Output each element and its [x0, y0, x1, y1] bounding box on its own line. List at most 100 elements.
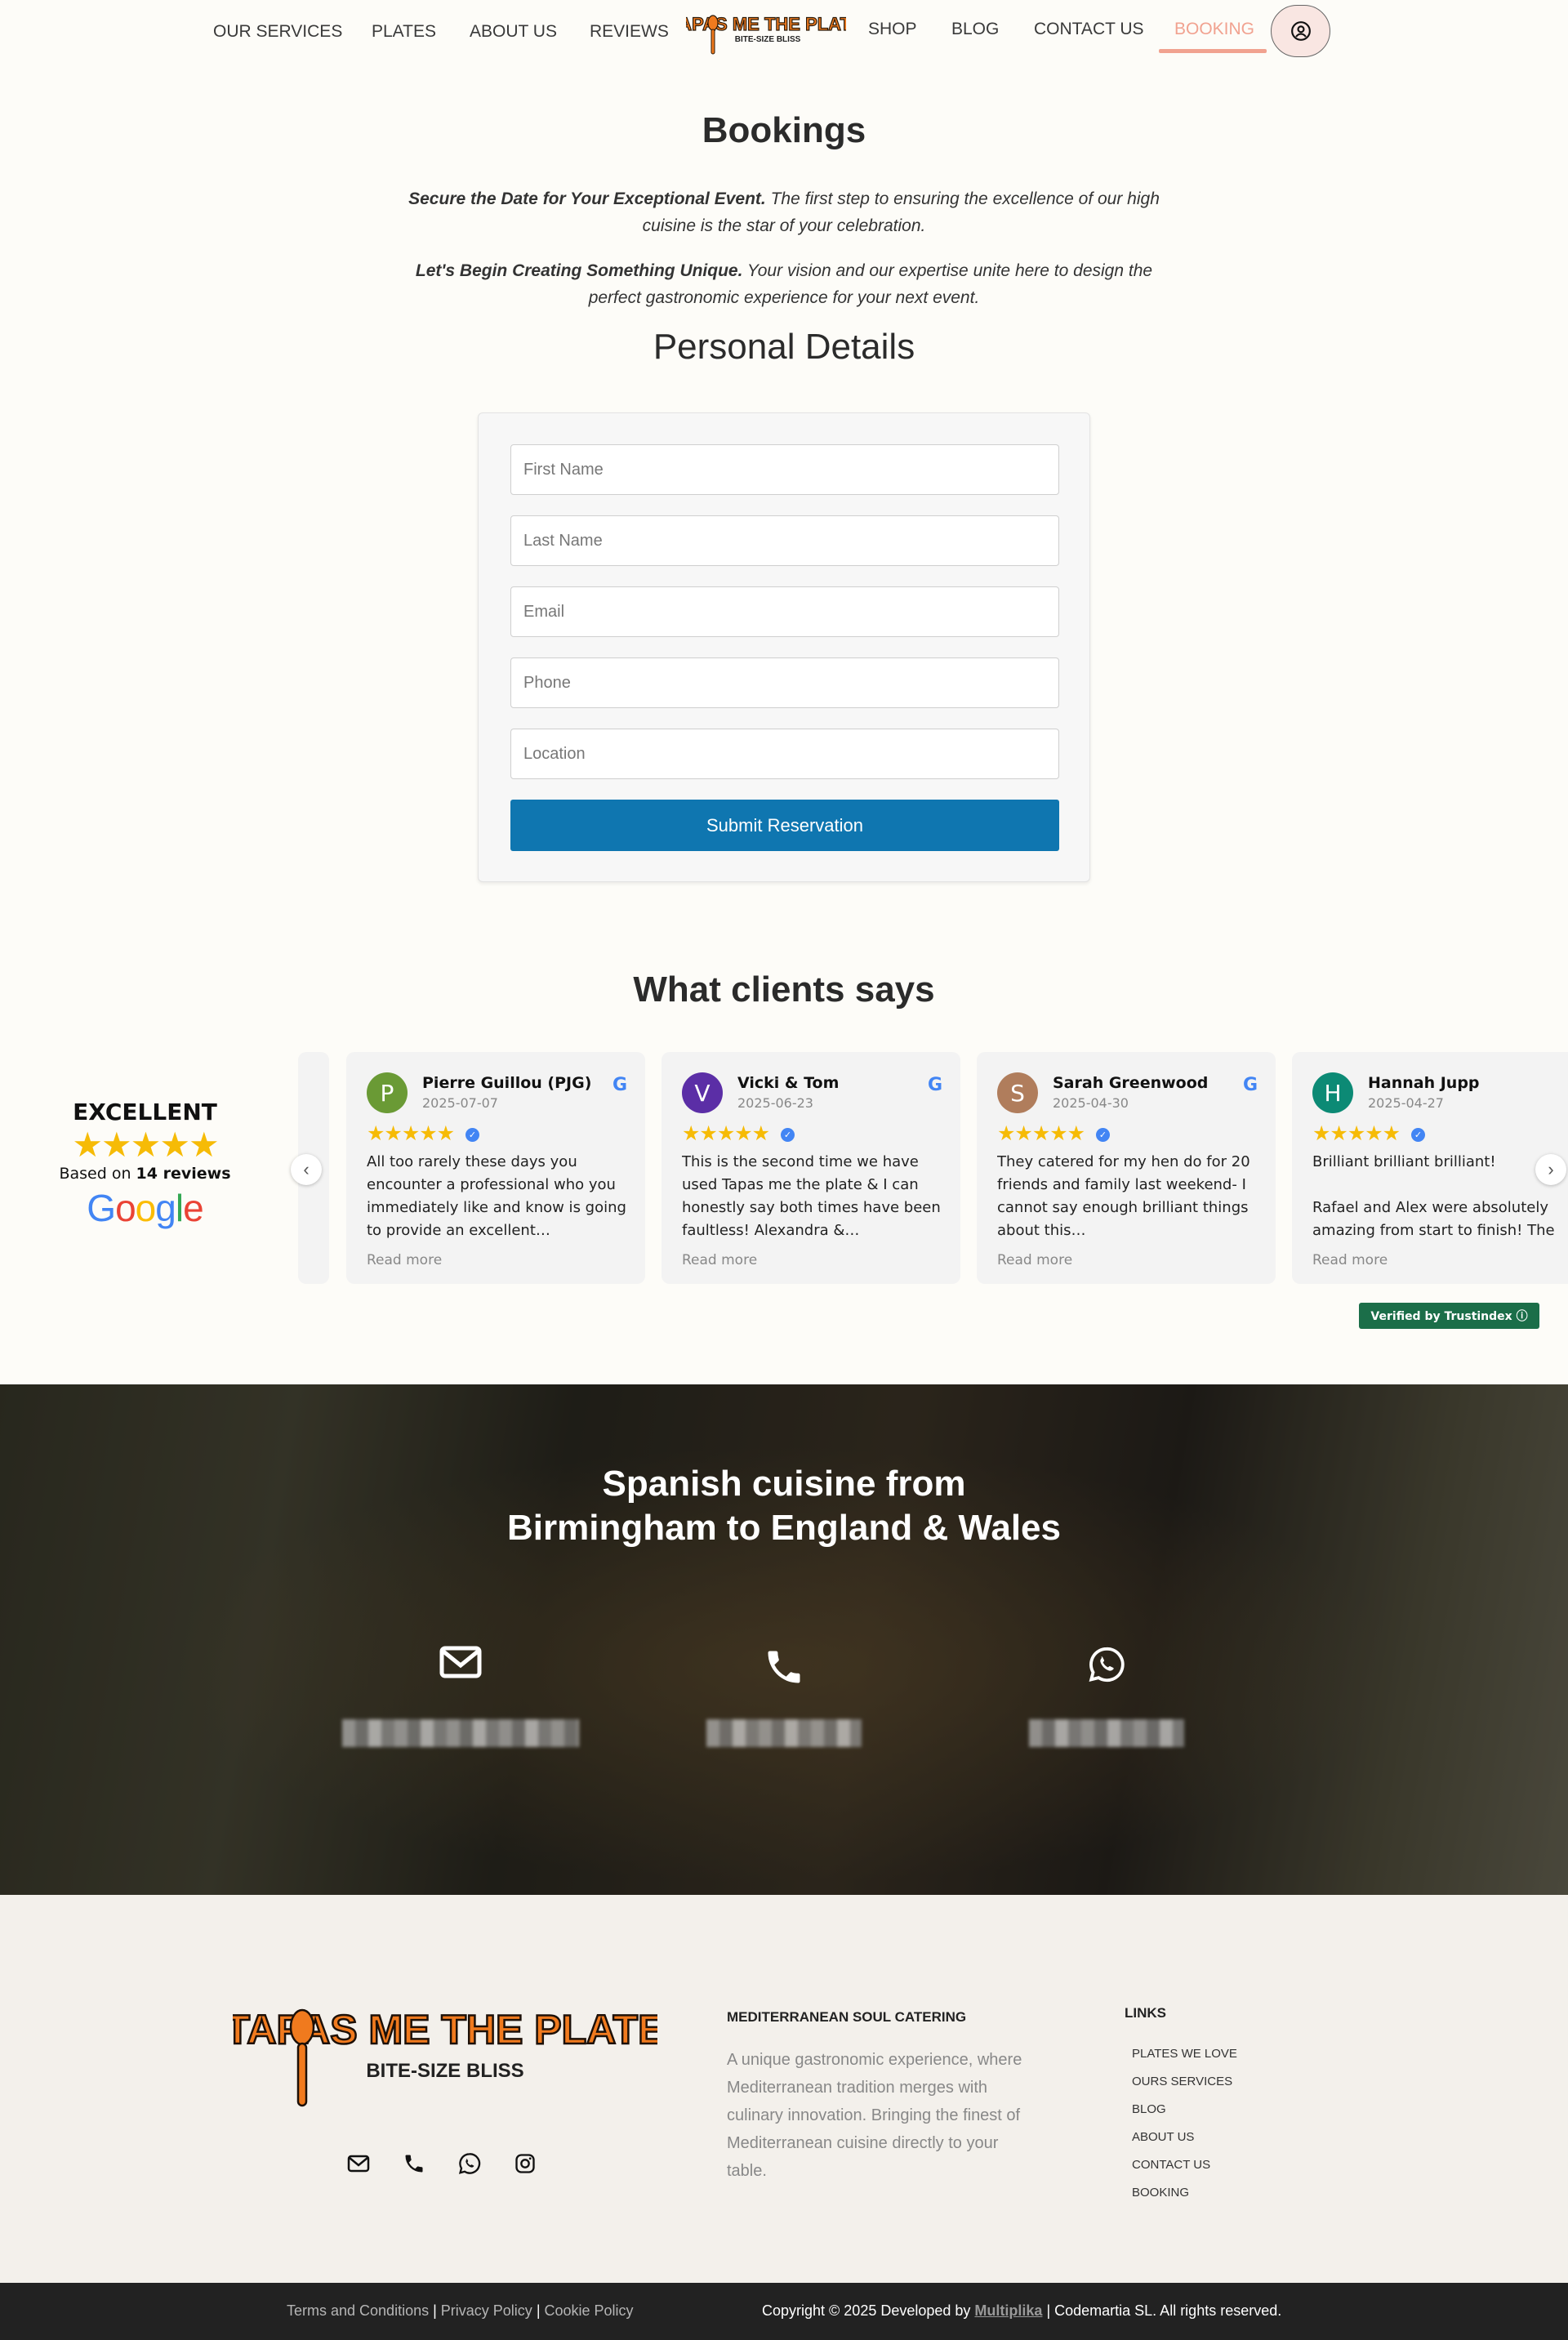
review-date: 2025-04-30 — [1053, 1095, 1129, 1111]
last-name-input[interactable] — [510, 515, 1059, 566]
hero-title: Spanish cuisine from Birmingham to Engla… — [0, 1462, 1568, 1550]
trustindex-badge[interactable]: Verified by Trustindex ⓘ — [1359, 1303, 1539, 1329]
verified-icon: ✓ — [1096, 1128, 1110, 1142]
separator: | — [429, 2302, 441, 2319]
rating-summary: EXCELLENT ★★★★★ Based on 14 reviews Goog… — [49, 1099, 241, 1230]
carousel-next-button[interactable]: › — [1535, 1154, 1566, 1185]
privacy-link[interactable]: Privacy Policy — [441, 2302, 532, 2319]
svg-text:BITE-SIZE BLISS: BITE-SIZE BLISS — [735, 35, 801, 44]
footer-link-contact[interactable]: CONTACT US — [1132, 2151, 1237, 2179]
avatar-photo: S — [997, 1072, 1038, 1113]
mail-icon — [439, 1646, 482, 1678]
footer-social-links — [347, 2152, 537, 2175]
reviews-heading: What clients says — [633, 969, 935, 1010]
verified-icon: ✓ — [466, 1128, 479, 1142]
based-prefix: Based on — [59, 1165, 136, 1183]
nav-booking[interactable]: BOOKING — [1174, 20, 1254, 39]
review-stars: ★★★★★ — [682, 1121, 770, 1145]
location-input[interactable] — [510, 729, 1059, 779]
read-more-link[interactable]: Read more — [367, 1252, 442, 1268]
separator: | — [532, 2302, 545, 2319]
google-icon: G — [612, 1075, 627, 1095]
copyright: Copyright © 2025 Developed by Multiplika… — [762, 2302, 1281, 2320]
mail-icon[interactable] — [347, 2152, 370, 2175]
cookie-link[interactable]: Cookie Policy — [545, 2302, 634, 2319]
footer-link-blog[interactable]: BLOG — [1132, 2096, 1237, 2124]
contact-whatsapp[interactable] — [984, 1646, 1229, 1747]
footer-links: PLATES WE LOVE OURS SERVICES BLOG ABOUT … — [1132, 2040, 1237, 2207]
review-stars: ★★★★★ — [1312, 1121, 1401, 1145]
whatsapp-icon[interactable] — [458, 2152, 481, 2175]
footer-link-booking[interactable]: BOOKING — [1132, 2179, 1237, 2207]
reviewer-name: Vicki & Tom — [737, 1074, 840, 1092]
carousel-prev-button[interactable]: ‹ — [291, 1154, 322, 1185]
phone-input[interactable] — [510, 657, 1059, 708]
email-input[interactable] — [510, 586, 1059, 637]
booking-form: Submit Reservation — [478, 412, 1090, 882]
rating-stars: ★★★★★ — [72, 1125, 219, 1165]
review-date: 2025-06-23 — [737, 1095, 813, 1111]
review-date: 2025-04-27 — [1368, 1095, 1444, 1111]
footer-logo[interactable]: TAPAS ME THE PLATE BITE-SIZE BLISS — [233, 2001, 657, 2115]
reviewer-name: Sarah Greenwood — [1053, 1074, 1209, 1092]
review-card: H Hannah Jupp 2025-04-27 ★★★★★ ✓ Brillia… — [1292, 1052, 1568, 1284]
nav-shop[interactable]: SHOP — [868, 20, 917, 39]
rating-label: EXCELLENT — [73, 1099, 217, 1125]
intro-2-bold: Let's Begin Creating Something Unique. — [415, 261, 743, 280]
nav-reviews[interactable]: REVIEWS — [590, 22, 669, 42]
footer-link-plates[interactable]: PLATES WE LOVE — [1132, 2040, 1237, 2068]
footer-about-text: A unique gastronomic experience, where M… — [727, 2051, 1022, 2180]
review-stars: ★★★★★ — [367, 1121, 455, 1145]
copyright-prefix: Copyright © 2025 Developed by — [762, 2302, 975, 2319]
developer-link[interactable]: Multiplika — [974, 2302, 1042, 2319]
read-more-link[interactable]: Read more — [682, 1252, 757, 1268]
hero-title-line-2: Birmingham to England & Wales — [507, 1508, 1061, 1548]
read-more-link[interactable]: Read more — [997, 1252, 1072, 1268]
page-title: Bookings — [702, 110, 866, 150]
first-name-input[interactable] — [510, 444, 1059, 495]
personal-details-heading: Personal Details — [653, 327, 915, 367]
active-tab-indicator — [1159, 49, 1267, 53]
avatar: V — [682, 1072, 723, 1113]
footer-link-about[interactable]: ABOUT US — [1132, 2124, 1237, 2151]
legal-links: Terms and Conditions | Privacy Policy | … — [287, 2302, 634, 2320]
top-navigation: OUR SERVICES PLATES ABOUT US REVIEWS TAP… — [0, 0, 1568, 65]
hero-banner: Spanish cuisine from Birmingham to Engla… — [0, 1384, 1568, 1895]
hero-title-line-1: Spanish cuisine from — [602, 1464, 966, 1504]
google-logo: Google — [87, 1187, 203, 1229]
footer-links-title: LINKS — [1125, 2005, 1166, 2021]
nav-our-services[interactable]: OUR SERVICES — [213, 22, 342, 42]
footer-link-services[interactable]: OURS SERVICES — [1132, 2068, 1237, 2096]
review-text: Brilliant brilliant brilliant! Rafael an… — [1312, 1153, 1555, 1239]
instagram-icon[interactable] — [514, 2152, 537, 2175]
read-more-link[interactable]: Read more — [1312, 1252, 1388, 1268]
review-stars: ★★★★★ — [997, 1121, 1085, 1145]
phone-icon — [768, 1651, 800, 1683]
contact-phone[interactable] — [662, 1646, 906, 1747]
footer-about-title: MEDITERRANEAN SOUL CATERING — [727, 2009, 967, 2025]
nav-blog[interactable]: BLOG — [951, 20, 999, 39]
svg-text:BITE-SIZE BLISS: BITE-SIZE BLISS — [366, 2060, 523, 2082]
reviewer-name: Hannah Jupp — [1368, 1074, 1480, 1092]
terms-link[interactable]: Terms and Conditions — [287, 2302, 429, 2319]
review-card: S Sarah Greenwood 2025-04-30 G ★★★★★ ✓ T… — [977, 1052, 1276, 1284]
nav-plates[interactable]: PLATES — [372, 22, 436, 42]
hero-overlay — [0, 1384, 1568, 1895]
footer: TAPAS ME THE PLATE BITE-SIZE BLISS MEDIT… — [0, 1895, 1568, 2283]
account-button[interactable] — [1271, 5, 1330, 57]
intro-1-bold: Secure the Date for Your Exceptional Eve… — [408, 189, 766, 208]
whatsapp-icon — [1089, 1647, 1125, 1683]
email-value-blurred — [342, 1719, 579, 1747]
submit-reservation-button[interactable]: Submit Reservation — [510, 800, 1059, 851]
nav-about-us[interactable]: ABOUT US — [470, 22, 557, 42]
verified-icon: ✓ — [781, 1128, 795, 1142]
phone-icon[interactable] — [403, 2152, 425, 2175]
review-date: 2025-07-07 — [422, 1095, 498, 1111]
review-count: 14 reviews — [136, 1165, 231, 1183]
review-text: This is the second time we have used Tap… — [682, 1153, 941, 1239]
phone-value-blurred — [706, 1719, 862, 1747]
contact-email[interactable] — [338, 1646, 583, 1747]
nav-contact-us[interactable]: CONTACT US — [1034, 20, 1144, 39]
brand-logo[interactable]: TAPAS ME THE PLATE BITE-SIZE BLISS — [686, 8, 846, 57]
google-icon: G — [1242, 1075, 1258, 1095]
